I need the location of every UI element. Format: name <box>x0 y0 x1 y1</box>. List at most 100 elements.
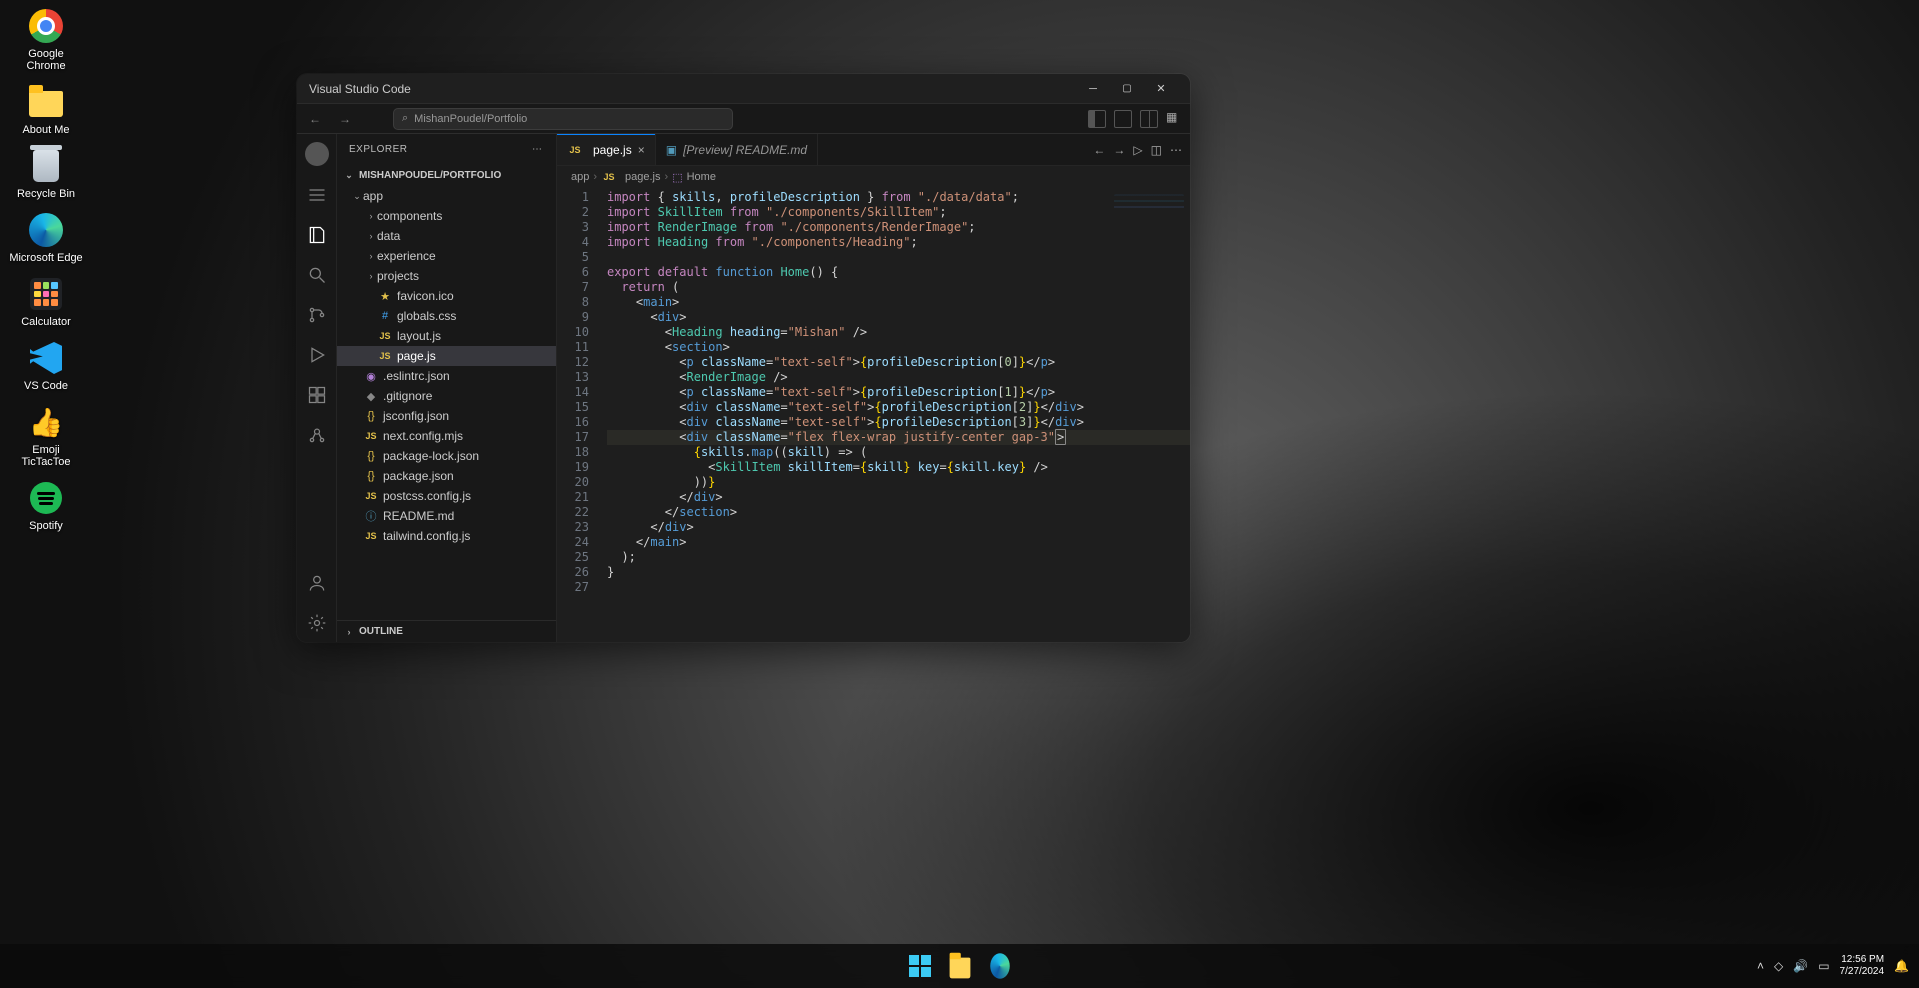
more-actions-icon[interactable]: ⋯ <box>1170 143 1182 157</box>
command-center-search[interactable]: ⌕ MishanPoudel/Portfolio <box>393 108 733 130</box>
tree-file-nextconfig[interactable]: JSnext.config.mjs <box>337 426 556 446</box>
explorer-title: EXPLORER <box>349 144 407 155</box>
extensions-icon[interactable] <box>306 384 328 406</box>
minimap[interactable] <box>1114 194 1184 314</box>
tree-file-page[interactable]: JSpage.js <box>337 346 556 366</box>
chevron-right-icon: › <box>365 271 377 281</box>
settings-gear-icon[interactable] <box>306 612 328 634</box>
desktop-icon-chrome[interactable]: Google Chrome <box>8 8 84 72</box>
nav-back-button[interactable]: ← <box>303 112 327 126</box>
desktop-icon-emoji-tictactoe[interactable]: 👍 Emoji TicTacToe <box>8 404 84 468</box>
battery-icon[interactable]: ▭ <box>1818 959 1829 973</box>
taskbar: ˄ ◇ 🔊 ▭ 12:56 PM 7/27/2024 🔔 <box>0 944 1919 988</box>
chevron-right-icon: › <box>365 231 377 241</box>
desktop-icon-about-me[interactable]: About Me <box>8 84 84 136</box>
crumb-symbol: Home <box>687 171 716 183</box>
close-button[interactable]: ✕ <box>1144 74 1178 104</box>
layout-panel-icon[interactable] <box>1114 110 1132 128</box>
project-section-header[interactable]: ⌄ MISHANPOUDEL/PORTFOLIO <box>337 164 556 186</box>
taskbar-clock[interactable]: 12:56 PM 7/27/2024 <box>1840 954 1885 978</box>
tree-file-gitignore[interactable]: ◆.gitignore <box>337 386 556 406</box>
tree-file-eslint[interactable]: ◉.eslintrc.json <box>337 366 556 386</box>
explorer-more-icon[interactable]: ⋯ <box>532 144 544 155</box>
vscode-window: Visual Studio Code ─ ▢ ✕ ← → ⌕ MishanPou… <box>297 74 1190 642</box>
notifications-icon[interactable]: 🔔 <box>1894 959 1909 973</box>
js-icon: JS <box>363 531 379 541</box>
remote-icon[interactable] <box>306 424 328 446</box>
breadcrumb[interactable]: app › JS page.js › ⬚ Home <box>557 166 1190 188</box>
chevron-down-icon: ⌄ <box>351 191 363 202</box>
menu-icon[interactable] <box>306 184 328 206</box>
explorer-icon[interactable] <box>306 224 328 246</box>
layout-sidebar-left-icon[interactable] <box>1088 110 1106 128</box>
search-view-icon[interactable] <box>306 264 328 286</box>
tree-folder-data[interactable]: ›data <box>337 226 556 246</box>
nav-forward-button[interactable]: → <box>333 112 357 126</box>
js-icon: JS <box>601 172 617 182</box>
run-icon[interactable]: ▷ <box>1133 143 1142 157</box>
layout-customize-icon[interactable]: ▦ <box>1166 110 1184 128</box>
nav-forward-icon[interactable]: → <box>1113 143 1125 157</box>
close-icon[interactable]: × <box>638 143 645 157</box>
title-bar[interactable]: Visual Studio Code ─ ▢ ✕ <box>297 74 1190 104</box>
tree-file-packagelock[interactable]: {}package-lock.json <box>337 446 556 466</box>
wifi-icon[interactable]: ◇ <box>1774 959 1783 973</box>
desktop-icons: Google Chrome About Me Recycle Bin Micro… <box>8 8 84 532</box>
start-button[interactable] <box>907 953 933 979</box>
folder-icon <box>949 958 970 979</box>
code-editor[interactable]: 1234567891011121314151617181920212223242… <box>557 188 1190 642</box>
tree-file-layout[interactable]: JSlayout.js <box>337 326 556 346</box>
volume-icon[interactable]: 🔊 <box>1793 959 1808 973</box>
taskbar-center <box>907 953 1013 979</box>
taskbar-file-explorer[interactable] <box>947 953 973 979</box>
tray-chevron-icon[interactable]: ˄ <box>1757 959 1764 973</box>
run-debug-icon[interactable] <box>306 344 328 366</box>
tab-preview-readme[interactable]: ▣ [Preview] README.md <box>656 134 818 165</box>
code-content[interactable]: import { skills, profileDescription } fr… <box>601 188 1190 642</box>
split-editor-icon[interactable]: ◫ <box>1151 143 1162 157</box>
layout-sidebar-right-icon[interactable] <box>1140 110 1158 128</box>
crumb-file: page.js <box>625 171 660 183</box>
tree-file-favicon[interactable]: ★favicon.ico <box>337 286 556 306</box>
nav-back-icon[interactable]: ← <box>1093 143 1105 157</box>
tree-folder-app[interactable]: ⌄app <box>337 186 556 206</box>
chevron-right-icon: › <box>343 627 355 637</box>
js-icon: JS <box>363 431 379 441</box>
icon-label: Microsoft Edge <box>9 252 82 264</box>
icon-label: Calculator <box>21 316 71 328</box>
taskbar-edge[interactable] <box>987 953 1013 979</box>
desktop-icon-vscode[interactable]: VS Code <box>8 340 84 392</box>
desktop-icon-edge[interactable]: Microsoft Edge <box>8 212 84 264</box>
source-control-icon[interactable] <box>306 304 328 326</box>
tab-page-js[interactable]: JS page.js × <box>557 134 656 165</box>
line-number-gutter: 1234567891011121314151617181920212223242… <box>557 188 601 642</box>
edge-icon <box>990 953 1010 979</box>
editor-area: JS page.js × ▣ [Preview] README.md ← → ▷… <box>557 134 1190 642</box>
desktop-icon-calculator[interactable]: Calculator <box>8 276 84 328</box>
account-icon[interactable] <box>306 572 328 594</box>
outline-section-header[interactable]: › OUTLINE <box>337 620 556 642</box>
tree-file-globals[interactable]: #globals.css <box>337 306 556 326</box>
tree-folder-components[interactable]: ›components <box>337 206 556 226</box>
recycle-bin-icon <box>33 150 59 182</box>
tree-file-postcss[interactable]: JSpostcss.config.js <box>337 486 556 506</box>
tree-file-tailwind[interactable]: JStailwind.config.js <box>337 526 556 546</box>
desktop-icon-recycle-bin[interactable]: Recycle Bin <box>8 148 84 200</box>
tree-file-jsconfig[interactable]: {}jsconfig.json <box>337 406 556 426</box>
activity-bar <box>297 134 337 642</box>
maximize-button[interactable]: ▢ <box>1110 74 1144 104</box>
eslint-icon: ◉ <box>363 370 379 383</box>
github-avatar-icon[interactable] <box>305 142 329 166</box>
git-icon: ◆ <box>363 390 379 403</box>
tree-file-package[interactable]: {}package.json <box>337 466 556 486</box>
tree-folder-experience[interactable]: ›experience <box>337 246 556 266</box>
minimize-button[interactable]: ─ <box>1076 74 1110 104</box>
preview-icon: ▣ <box>666 143 677 157</box>
icon-label: Google Chrome <box>8 48 84 72</box>
desktop-icon-spotify[interactable]: Spotify <box>8 480 84 532</box>
outline-title: OUTLINE <box>359 626 403 637</box>
tree-file-readme[interactable]: ⓘREADME.md <box>337 506 556 526</box>
chrome-icon <box>29 9 63 43</box>
command-center-bar: ← → ⌕ MishanPoudel/Portfolio ▦ <box>297 104 1190 134</box>
tree-folder-projects[interactable]: ›projects <box>337 266 556 286</box>
